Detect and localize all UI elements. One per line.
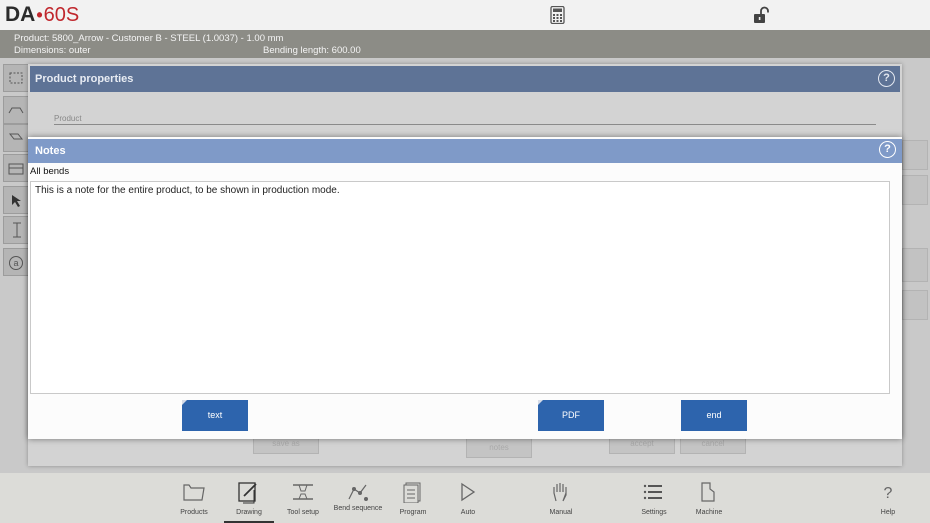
help-icon: ? <box>884 485 893 502</box>
product-field-underline <box>54 124 876 125</box>
product-properties-header: Product properties ? <box>30 66 900 92</box>
dimension-tool[interactable] <box>3 216 29 244</box>
drawing-icon <box>238 482 257 504</box>
product-info-bar: Product: 5800_Arrow - Customer B - STEEL… <box>0 30 930 58</box>
dimension-icon <box>13 222 21 238</box>
nav-products[interactable]: Products <box>164 473 224 523</box>
folder-icon <box>183 484 205 501</box>
shape-tool[interactable] <box>3 124 29 152</box>
machine-icon <box>701 482 715 502</box>
bend-sequence-icon <box>348 484 368 501</box>
bend-profile-tool[interactable] <box>3 96 29 124</box>
unlock-icon[interactable] <box>752 6 770 24</box>
top-bar: DA•60S <box>0 0 930 30</box>
pdf-button[interactable]: PDF <box>538 400 604 431</box>
select-rect-tool[interactable] <box>3 64 29 92</box>
corner-marker <box>182 400 187 405</box>
tool-setup-icon <box>293 484 313 500</box>
layer-icon <box>8 163 24 175</box>
notes-header: Notes <box>28 139 902 163</box>
nav-help[interactable]: ? Help <box>858 473 918 523</box>
calculator-icon[interactable] <box>549 6 567 24</box>
right-panel-button-4 <box>902 290 928 320</box>
right-panel-button-1 <box>902 140 928 170</box>
note-text-area[interactable]: This is a note for the entire product, t… <box>30 181 890 394</box>
help-icon[interactable]: ? <box>878 70 895 87</box>
notes-button[interactable]: notes <box>466 436 532 458</box>
program-icon <box>403 482 421 503</box>
nav-drawing[interactable]: Drawing <box>219 473 279 523</box>
at-sign-icon: a <box>9 256 23 270</box>
product-field-label: Product <box>54 114 82 123</box>
settings-list-icon <box>643 484 662 500</box>
nav-auto[interactable]: Auto <box>438 473 498 523</box>
right-panel-button-3 <box>902 248 928 282</box>
dimensions-info: Dimensions: outer <box>14 45 91 56</box>
notes-help-icon[interactable]: ? <box>879 141 896 158</box>
notes-dialog: Notes ? All bends This is a note for the… <box>28 137 902 439</box>
arrow-pointer-icon <box>12 195 21 207</box>
annotation-tool[interactable]: a <box>3 248 29 276</box>
app-logo: DA•60S <box>5 3 80 26</box>
nav-program[interactable]: Program <box>383 473 443 523</box>
notes-title: Notes <box>35 145 66 157</box>
frame-icon <box>9 72 23 84</box>
right-panel-button-2 <box>902 175 928 205</box>
nav-machine[interactable]: Machine <box>679 473 739 523</box>
layer-tool[interactable] <box>3 154 29 182</box>
text-button[interactable]: text <box>182 400 248 431</box>
svg-text:a: a <box>13 258 18 268</box>
bottom-navigation: Products Drawing Tool setup Bend sequenc… <box>0 473 930 523</box>
nav-bend-sequence[interactable]: Bend sequence <box>328 473 388 523</box>
hand-icon <box>553 483 567 502</box>
nav-tool-setup[interactable]: Tool setup <box>273 473 333 523</box>
shape-icon <box>8 133 24 140</box>
play-icon <box>461 482 476 502</box>
bending-length-info: Bending length: 600.00 <box>263 45 361 56</box>
dialog-title: Product properties <box>35 73 134 85</box>
nav-manual[interactable]: Manual <box>531 473 591 523</box>
svg-text:?: ? <box>884 485 893 502</box>
end-button[interactable]: end <box>681 400 747 431</box>
nav-settings[interactable]: Settings <box>624 473 684 523</box>
corner-marker <box>538 400 543 405</box>
select-arrow-tool[interactable] <box>3 186 29 214</box>
product-description: Product: 5800_Arrow - Customer B - STEEL… <box>14 33 284 44</box>
profile-icon <box>8 107 24 114</box>
scope-label: All bends <box>30 166 70 177</box>
